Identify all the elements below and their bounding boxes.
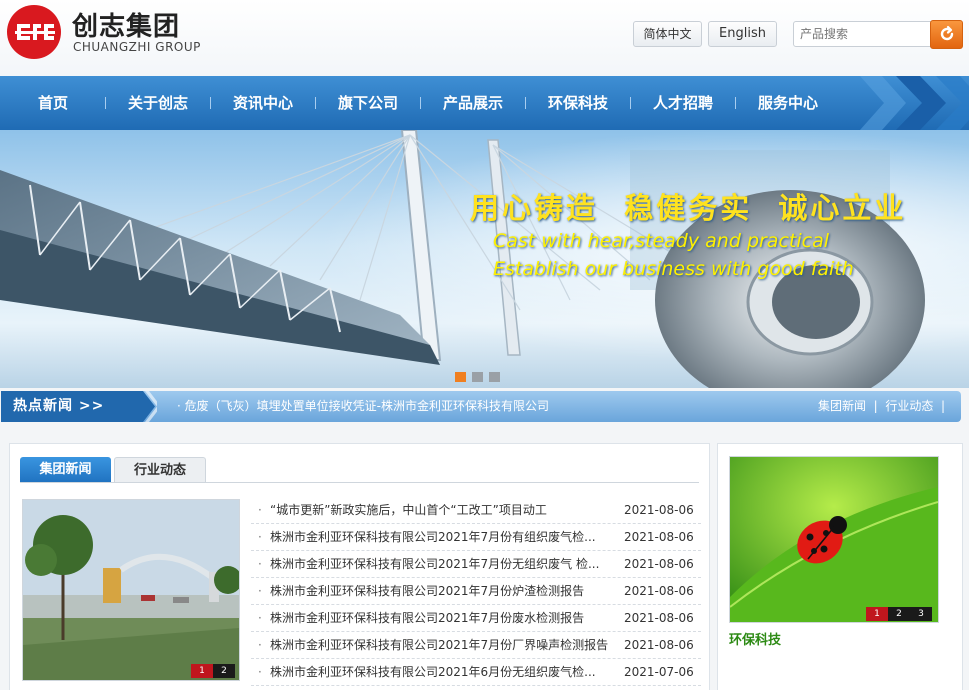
bullet: ·: [258, 665, 262, 679]
news-title: 株洲市金利亚环保科技有限公司2021年7月份无组织废气 检...: [270, 557, 600, 571]
news-date: 2021-08-06: [624, 611, 694, 625]
group-news-link[interactable]: 集团新闻: [818, 399, 866, 413]
news-list-item[interactable]: · 株洲市金利亚环保科技有限公司2021年7月份无组织废气 检... 2021-08…: [251, 551, 701, 578]
news-title: 株洲市金利亚环保科技有限公司2021年7月份废水检测报告: [270, 611, 585, 625]
hot-news-links: 集团新闻 | 行业动态 |: [817, 399, 945, 413]
group-logo[interactable]: [6, 4, 62, 60]
eco-photo-page-1[interactable]: 1: [866, 607, 888, 621]
product-search-input[interactable]: [793, 21, 935, 47]
news-panel: 集团新闻 行业动态 1 2 · “城市更新”新政实施后，中山首个“工改工”项目动工…: [9, 443, 710, 690]
tabs-divider: [20, 482, 699, 483]
news-list: · “城市更新”新政实施后，中山首个“工改工”项目动工 2021-08-06 · 株洲…: [251, 497, 701, 686]
bullet: ·: [258, 584, 262, 598]
nav-item-service[interactable]: 服务中心: [758, 76, 818, 130]
banner-slogan-en-line2: Establish our business with good faith: [493, 258, 854, 280]
eco-tech-panel: 1 2 3 环保科技: [717, 443, 963, 690]
news-title: 株洲市金利亚环保科技有限公司2021年7月份有组织废气检...: [270, 530, 596, 544]
bullet: ·: [258, 611, 262, 625]
news-photo-page-1[interactable]: 1: [191, 664, 213, 678]
main-nav: 首页 关于创志 资讯中心 旗下公司 产品展示 环保科技 人才招聘 服务中心: [0, 76, 969, 130]
hot-news-headline-link[interactable]: · 危废（飞灰）填埋处置单位接收凭证-株洲市金利亚环保科技有限公司: [177, 391, 549, 422]
brand-name-cn: 创志集团: [72, 12, 181, 42]
nav-item-about[interactable]: 关于创志: [128, 76, 188, 130]
site-header: 创志集团 CHUANGZHI GROUP 简体中文 English: [0, 0, 969, 76]
news-date: 2021-07-06: [624, 665, 694, 679]
nav-separator: [210, 97, 211, 109]
hero-banner[interactable]: 用心铸造 稳健务实 诚心立业 Cast with hear,steady and…: [0, 130, 969, 388]
hot-news-arrow-icon: [127, 391, 157, 422]
industry-news-link[interactable]: 行业动态: [885, 399, 933, 413]
nav-separator: [315, 97, 316, 109]
refresh-arrow-icon: [940, 25, 953, 41]
nav-item-news-center[interactable]: 资讯中心: [233, 76, 293, 130]
news-date: 2021-08-06: [624, 638, 694, 652]
news-photo-page-2[interactable]: 2: [213, 664, 235, 678]
news-title: 株洲市金利亚环保科技有限公司2021年6月份无组织废气检...: [270, 665, 596, 679]
nav-item-products[interactable]: 产品展示: [443, 76, 503, 130]
news-list-item[interactable]: · 株洲市金利亚环保科技有限公司2021年7月份废水检测报告 2021-08-06: [251, 605, 701, 632]
nav-item-eco-tech[interactable]: 环保科技: [548, 76, 608, 130]
lang-english-button[interactable]: English: [708, 21, 777, 47]
news-date: 2021-08-06: [624, 503, 694, 517]
brand-name-en: CHUANGZHI GROUP: [73, 40, 201, 54]
eco-tech-title-link[interactable]: 环保科技: [729, 629, 781, 648]
nav-chevron-decoration: [860, 76, 969, 130]
news-list-item[interactable]: · 株洲市金利亚环保科技有限公司2021年7月份有组织废气检... 2021-08-…: [251, 524, 701, 551]
news-list-item[interactable]: · 株洲市金利亚环保科技有限公司2021年6月份无组织废气检... 2021-07-…: [251, 659, 701, 686]
news-photo-slideshow[interactable]: 1 2: [22, 499, 240, 681]
nav-item-home[interactable]: 首页: [38, 76, 68, 130]
banner-dot-1[interactable]: [455, 372, 466, 382]
banner-dot-3[interactable]: [489, 372, 500, 382]
eco-photo-pager: 1 2 3: [866, 607, 932, 621]
bullet: ·: [258, 557, 262, 571]
news-title: 株洲市金利亚环保科技有限公司2021年7月份厂界噪声检测报告: [270, 638, 609, 652]
tab-group-news[interactable]: 集团新闻: [20, 457, 111, 483]
news-title: 株洲市金利亚环保科技有限公司2021年7月份炉渣检测报告: [270, 584, 585, 598]
nav-separator: [105, 97, 106, 109]
news-title: “城市更新”新政实施后，中山首个“工改工”项目动工: [270, 503, 547, 517]
nav-item-careers[interactable]: 人才招聘: [653, 76, 713, 130]
nav-separator: [525, 97, 526, 109]
banner-dot-2[interactable]: [472, 372, 483, 382]
ladybug-on-leaf-photo: [730, 457, 938, 622]
banner-slogan-en-line1: Cast with hear,steady and practical: [493, 230, 829, 252]
news-list-item[interactable]: · 株洲市金利亚环保科技有限公司2021年7月份炉渣检测报告 2021-08-06: [251, 578, 701, 605]
eco-photo-page-3[interactable]: 3: [910, 607, 932, 621]
eco-photo-slideshow[interactable]: 1 2 3: [729, 456, 939, 623]
news-list-item[interactable]: · “城市更新”新政实施后，中山首个“工改工”项目动工 2021-08-06: [251, 497, 701, 524]
news-date: 2021-08-06: [624, 530, 694, 544]
search-button[interactable]: [930, 20, 963, 49]
news-date: 2021-08-06: [624, 557, 694, 571]
banner-slogan-cn: 用心铸造 稳健务实 诚心立业: [470, 191, 907, 225]
nav-separator: [420, 97, 421, 109]
bullet: ·: [258, 503, 262, 517]
bullet: ·: [258, 530, 262, 544]
hot-news-bar: 热点新闻 >> · 危废（飞灰）填埋处置单位接收凭证-株洲市金利亚环保科技有限公…: [1, 391, 961, 422]
news-list-item[interactable]: · 株洲市金利亚环保科技有限公司2021年7月份厂界噪声检测报告 2021-08-0…: [251, 632, 701, 659]
nav-separator: [630, 97, 631, 109]
eco-photo-page-2[interactable]: 2: [888, 607, 910, 621]
factory-gate-photo: [23, 500, 239, 680]
tab-industry-news[interactable]: 行业动态: [114, 457, 206, 483]
news-date: 2021-08-06: [624, 584, 694, 598]
lang-simplified-chinese-button[interactable]: 简体中文: [633, 21, 702, 47]
nav-separator: [735, 97, 736, 109]
news-photo-pager: 1 2: [191, 664, 235, 678]
bullet: ·: [258, 638, 262, 652]
hot-news-label: 热点新闻 >>: [1, 391, 143, 422]
nav-item-subsidiaries[interactable]: 旗下公司: [338, 76, 398, 130]
